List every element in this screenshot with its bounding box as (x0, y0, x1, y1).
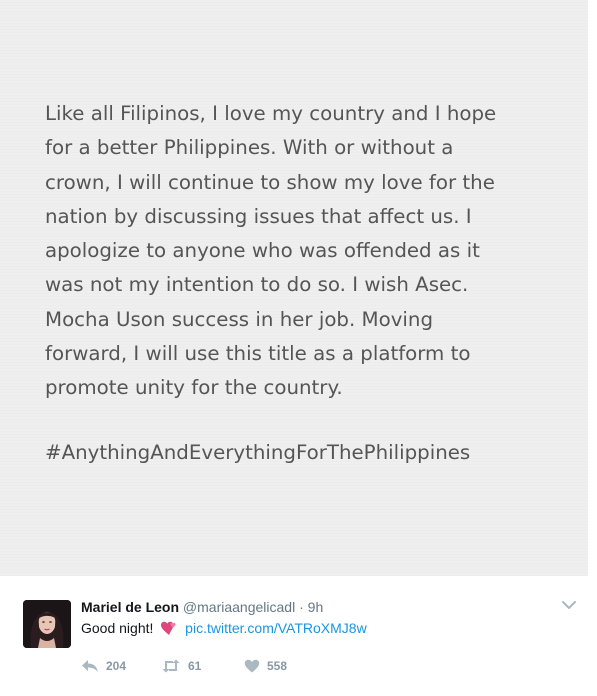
two-hearts-icon (159, 620, 177, 641)
statement-line: for a better Philippines. With or withou… (45, 136, 454, 160)
media-edge (588, 0, 597, 576)
tweet-header: Mariel de Leon @mariaangelicadl · 9h (81, 598, 323, 616)
tweet-body: Mariel de Leon @mariaangelicadl · 9h Goo… (0, 576, 597, 696)
tweet-text: Good night! pic.twitter.com/VATRoXMJ8w (81, 618, 367, 641)
retweet-button[interactable]: 61 (161, 656, 201, 676)
statement-line: was not my intention to do so. I wish As… (45, 273, 469, 297)
display-name[interactable]: Mariel de Leon (81, 599, 179, 615)
statement-line: crown, I will continue to show my love f… (45, 170, 495, 194)
like-count: 558 (267, 659, 288, 673)
retweet-count: 61 (188, 659, 202, 673)
separator-dot: · (299, 599, 304, 615)
retweet-icon (162, 659, 180, 673)
avatar[interactable] (23, 600, 71, 648)
statement-line: promote unity for the country. (45, 376, 343, 400)
statement-line: forward, I will use this title as a plat… (45, 342, 471, 366)
statement-line: apologize to anyone who was offended as … (45, 239, 480, 263)
tweet-media-image[interactable]: Like all Filipinos, I love my country an… (0, 0, 588, 576)
tweet-card: Like all Filipinos, I love my country an… (0, 0, 597, 696)
profile-photo (23, 600, 71, 648)
tweet-message: Good night! (81, 620, 154, 636)
media-link[interactable]: pic.twitter.com/VATRoXMJ8w (185, 620, 367, 636)
tweet-timestamp[interactable]: 9h (308, 599, 324, 615)
user-handle[interactable]: @mariaangelicadl (183, 599, 295, 615)
like-button[interactable]: 558 (244, 656, 287, 676)
statement-text: Like all Filipinos, I love my country an… (45, 97, 565, 406)
reply-button[interactable]: 204 (81, 656, 126, 676)
heart-icon (244, 659, 260, 673)
statement-line: Mocha Uson success in her job. Moving (45, 307, 434, 331)
statement-line: nation by discussing issues that affect … (45, 204, 472, 228)
chevron-down-icon[interactable] (560, 598, 578, 612)
statement-hashtag: #AnythingAndEverythingForThePhilippines (45, 441, 471, 464)
reply-icon (82, 660, 98, 672)
statement-line: Like all Filipinos, I love my country an… (45, 102, 497, 125)
reply-count: 204 (106, 659, 127, 673)
